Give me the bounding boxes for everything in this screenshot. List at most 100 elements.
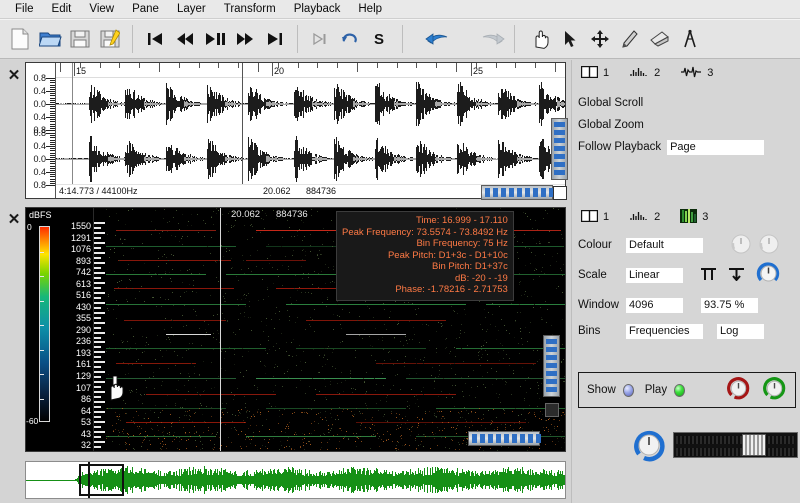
slider-segment bbox=[554, 138, 565, 143]
hand-navigate-icon[interactable] bbox=[525, 24, 555, 54]
waveform-axis-tick bbox=[46, 91, 55, 92]
spectrogram-pane-corner-button[interactable] bbox=[545, 403, 559, 417]
spectrogram-noise-pixel bbox=[224, 318, 225, 319]
spectrogram-noise-pixel bbox=[498, 352, 499, 353]
output-level-fader[interactable] bbox=[673, 432, 798, 458]
spectrogram-noise-pixel bbox=[562, 344, 563, 345]
waveform-time-ruler[interactable]: 15 20 25 bbox=[56, 63, 565, 78]
menu-item-file[interactable]: File bbox=[6, 1, 43, 17]
gain-knob-icon[interactable] bbox=[756, 261, 781, 289]
bins-scale-select[interactable]: Log bbox=[717, 323, 764, 339]
spectrogram-horizontal-zoom-slider[interactable] bbox=[468, 431, 541, 446]
spectrogram-energy-pixel bbox=[248, 437, 249, 438]
waveform-pane-corner-button[interactable] bbox=[553, 186, 567, 200]
menu-item-edit[interactable]: Edit bbox=[43, 1, 81, 17]
save-as-icon[interactable] bbox=[95, 24, 125, 54]
colour-knob-1[interactable] bbox=[729, 232, 753, 259]
window-overlap-select[interactable]: 93.75 % bbox=[701, 297, 758, 313]
layer-row-bins[interactable]: Bins Frequencies Log bbox=[578, 322, 796, 340]
layer-row-colour[interactable]: Colour Default bbox=[578, 234, 796, 254]
window-size-select[interactable]: 4096 bbox=[626, 297, 683, 313]
rewind-icon[interactable] bbox=[170, 24, 200, 54]
layer-row-window[interactable]: Window 4096 93.75 % bbox=[578, 296, 796, 314]
close-waveform-pane-button[interactable]: ✕ bbox=[6, 67, 22, 83]
tab-pane-layout[interactable]: 1 bbox=[578, 65, 612, 82]
overview-playhead[interactable] bbox=[88, 462, 90, 498]
close-spectrogram-pane-button[interactable]: ✕ bbox=[6, 211, 22, 227]
waveform-horizontal-zoom-slider[interactable] bbox=[481, 185, 554, 200]
menu-item-view[interactable]: View bbox=[80, 1, 123, 17]
eraser-icon[interactable] bbox=[645, 24, 675, 54]
waveform-playhead-primary[interactable] bbox=[242, 63, 243, 198]
menu-item-pane[interactable]: Pane bbox=[123, 1, 168, 17]
tab-layer-waveform[interactable]: 2 bbox=[626, 209, 663, 226]
pane-row-follow-playback[interactable]: Follow Playback Page bbox=[578, 138, 765, 156]
play-led-icon[interactable] bbox=[674, 383, 685, 397]
spectrogram-noise-pixel bbox=[488, 312, 489, 313]
colour-knob-2[interactable] bbox=[757, 232, 781, 259]
show-led-icon[interactable] bbox=[622, 383, 634, 397]
normalize-visible-icon[interactable] bbox=[728, 266, 745, 284]
spectrogram-energy-pixel bbox=[510, 425, 511, 426]
normalize-columns-icon[interactable] bbox=[700, 266, 717, 284]
colour-select[interactable]: Default bbox=[626, 237, 703, 253]
spectrogram-noise-pixel bbox=[113, 334, 114, 335]
waveform-pane[interactable]: ✕ 0.8 0.4 0.0 0.4 0.8 0.8 0.4 0.0 0.4 0.8 15 20 25 … bbox=[0, 60, 571, 205]
move-edit-icon[interactable] bbox=[585, 24, 615, 54]
save-icon[interactable] bbox=[65, 24, 95, 54]
menu-item-playback[interactable]: Playback bbox=[285, 1, 350, 17]
menu-item-layer[interactable]: Layer bbox=[168, 1, 215, 17]
pane-row-global-scroll[interactable]: Global Scroll bbox=[578, 94, 643, 112]
pencil-draw-icon[interactable] bbox=[615, 24, 645, 54]
spectrogram-noise-pixel bbox=[289, 320, 290, 321]
spectrogram-energy-pixel bbox=[181, 439, 182, 440]
tab-waveform-layer[interactable]: 2 bbox=[626, 65, 663, 82]
main-level-knob-icon[interactable] bbox=[632, 428, 666, 465]
spectrogram-canvas-box[interactable]: dBFS 0 -60 1550 1291 1076 893 742 613 516 430 35… bbox=[25, 207, 566, 452]
solo-icon[interactable]: S bbox=[365, 24, 395, 54]
tab-layer-pane-layout[interactable]: 1 bbox=[578, 209, 612, 226]
bins-select[interactable]: Frequencies bbox=[626, 323, 703, 339]
waveform-vertical-zoom-slider[interactable] bbox=[551, 118, 568, 180]
waveform-playhead-secondary[interactable] bbox=[72, 63, 73, 198]
rewind-start-icon[interactable] bbox=[140, 24, 170, 54]
overview-waveform-box[interactable] bbox=[25, 461, 566, 499]
menu-item-help[interactable]: Help bbox=[349, 1, 391, 17]
spectrogram-pane[interactable]: ✕ dBFS 0 -60 1550 1291 1076 893 742 613 516 430… bbox=[0, 205, 571, 458]
spectrogram-energy-pixel bbox=[404, 445, 405, 446]
loop-playback-icon[interactable] bbox=[335, 24, 365, 54]
tab-layer-spectrogram[interactable]: 3 bbox=[677, 208, 711, 227]
menu-item-transform[interactable]: Transform bbox=[215, 1, 285, 17]
undo-icon[interactable] bbox=[423, 24, 453, 54]
scale-select[interactable]: Linear bbox=[626, 267, 683, 283]
spectrogram-noise-pixel bbox=[246, 437, 247, 438]
pane-row-global-zoom[interactable]: Global Zoom bbox=[578, 116, 644, 134]
spectrogram-noise-pixel bbox=[537, 382, 538, 383]
spectrogram-noise-pixel bbox=[375, 328, 376, 329]
overview-viewport-indicator[interactable] bbox=[79, 464, 124, 496]
spectrogram-noise-pixel bbox=[226, 248, 227, 249]
follow-playback-select[interactable]: Page bbox=[667, 139, 765, 155]
playback-gain-knob-icon[interactable] bbox=[762, 376, 787, 404]
measure-icon[interactable] bbox=[675, 24, 705, 54]
step-to-selection-icon[interactable] bbox=[305, 24, 335, 54]
open-folder-icon[interactable] bbox=[35, 24, 65, 54]
overview-strip[interactable] bbox=[0, 458, 571, 503]
forward-end-icon[interactable] bbox=[260, 24, 290, 54]
redo-icon[interactable] bbox=[477, 24, 507, 54]
new-file-icon[interactable] bbox=[5, 24, 35, 54]
fast-forward-icon[interactable] bbox=[230, 24, 260, 54]
spectrogram-vertical-zoom-slider[interactable] bbox=[543, 335, 560, 397]
fader-grip[interactable] bbox=[742, 434, 766, 456]
waveform-canvas-box[interactable]: 0.8 0.4 0.0 0.4 0.8 0.8 0.4 0.0 0.4 0.8 15 20 25 4:… bbox=[25, 62, 566, 199]
arrow-select-icon[interactable] bbox=[555, 24, 585, 54]
spectrogram-energy-pixel bbox=[129, 444, 130, 445]
tab-timeinstants-layer[interactable]: 3 bbox=[677, 64, 716, 83]
spectrogram-playhead[interactable] bbox=[220, 208, 221, 451]
spectrogram-noise-pixel bbox=[165, 273, 166, 274]
waveform-display[interactable] bbox=[56, 63, 565, 198]
pan-knob-icon[interactable] bbox=[726, 376, 751, 404]
play-pause-icon[interactable] bbox=[200, 24, 230, 54]
spectrogram-energy-pixel bbox=[458, 412, 459, 413]
layer-row-scale[interactable]: Scale Linear bbox=[578, 262, 796, 284]
